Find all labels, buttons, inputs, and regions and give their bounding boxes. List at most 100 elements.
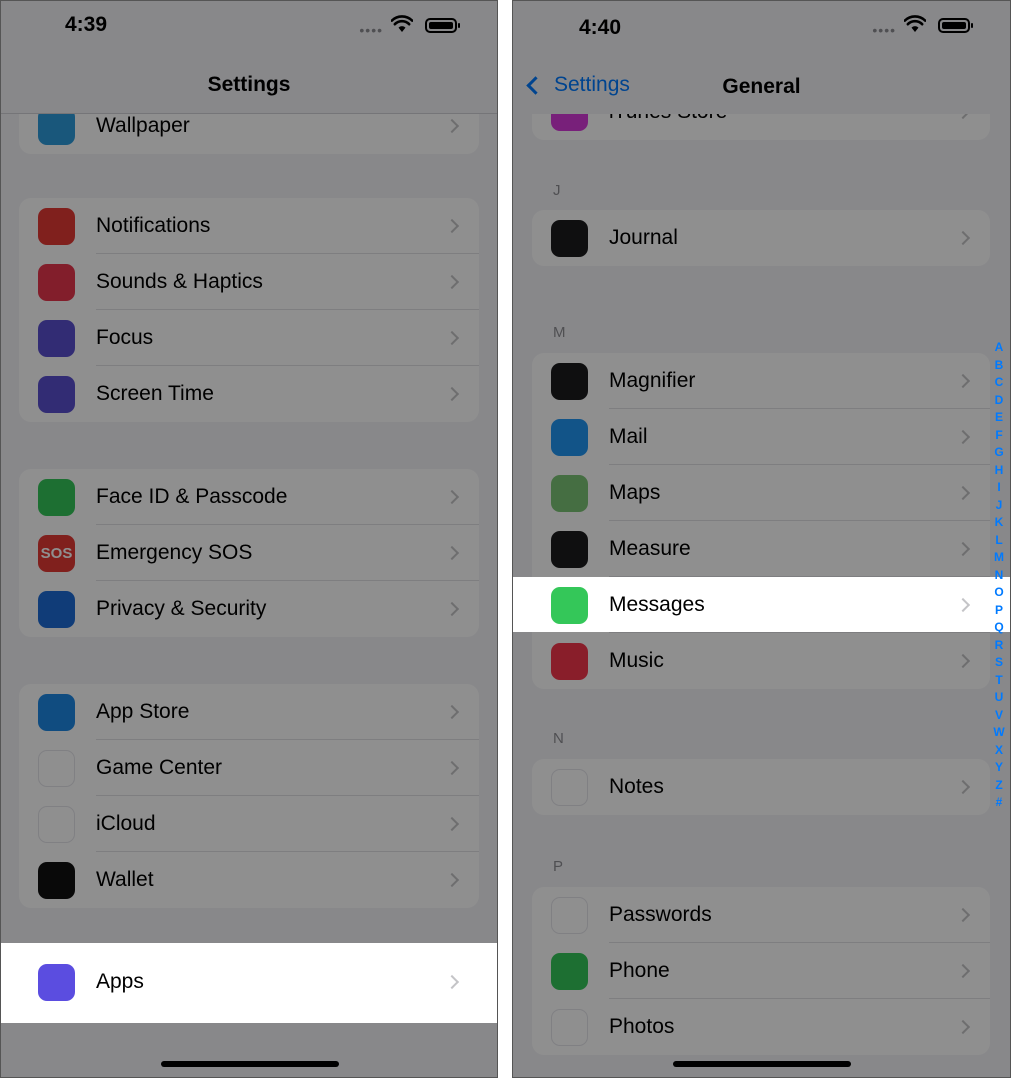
chevron-right-icon — [955, 429, 971, 445]
alphabet-index-bar[interactable]: A B C D E F G H I J K L M N O P Q R S T U V W X Y Z # — [992, 339, 1006, 812]
list-item-notes[interactable]: Notes — [532, 759, 990, 815]
index-letter[interactable]: I — [997, 479, 1000, 497]
chevron-right-icon — [444, 118, 460, 134]
index-letter[interactable]: B — [995, 357, 1004, 375]
settings-group: Notes — [532, 759, 990, 815]
apps-list[interactable]: iTunes Store J Journal M Magnifier Mail Maps Me… — [513, 114, 1010, 1077]
index-letter[interactable]: D — [995, 392, 1004, 410]
index-letter[interactable]: U — [995, 689, 1004, 707]
list-item-music[interactable]: Music — [532, 633, 990, 689]
face-id-icon — [38, 479, 75, 516]
chevron-right-icon — [955, 373, 971, 389]
maps-icon — [551, 475, 588, 512]
row-label: Privacy & Security — [96, 597, 267, 620]
list-item-journal[interactable]: Journal — [532, 210, 990, 266]
status-bar: 4:40 •••• — [513, 1, 1010, 53]
index-letter[interactable]: L — [995, 532, 1002, 550]
icon-glyph: SOS — [40, 545, 73, 562]
list-item-notifications[interactable]: Notifications — [19, 198, 479, 254]
index-letter[interactable]: R — [995, 637, 1004, 655]
row-label: Focus — [96, 326, 154, 349]
index-letter[interactable]: Y — [995, 759, 1003, 777]
right-screen-general: 4:40 •••• Settings General iTunes Store J… — [512, 0, 1011, 1078]
list-item-messages[interactable]: Messages — [532, 577, 990, 633]
list-item-face-id-passcode[interactable]: Face ID & Passcode — [19, 469, 479, 525]
index-letter[interactable]: C — [995, 374, 1004, 392]
moon-icon — [38, 320, 75, 357]
index-letter[interactable]: E — [995, 409, 1003, 427]
row-label: Sounds & Haptics — [96, 270, 263, 293]
list-item-mail[interactable]: Mail — [532, 409, 990, 465]
nav-bar: Settings — [1, 57, 497, 117]
row-label: Apps — [96, 970, 144, 993]
phone-icon — [551, 953, 588, 990]
settings-group: iTunes Store — [532, 114, 990, 140]
battery-icon — [425, 18, 460, 33]
battery-icon — [938, 18, 973, 33]
page-title: Settings — [207, 73, 291, 96]
wifi-icon — [904, 15, 926, 32]
settings-list[interactable]: Wallpaper Notifications Sounds & Haptics Fo… — [1, 114, 497, 1077]
index-letter[interactable]: G — [994, 444, 1003, 462]
index-letter[interactable]: Q — [994, 619, 1003, 637]
list-item-itunes-store[interactable]: iTunes Store — [532, 114, 990, 140]
list-item-phone[interactable]: Phone — [532, 943, 990, 999]
chevron-right-icon — [444, 545, 460, 561]
list-item-wallet[interactable]: Wallet — [19, 852, 479, 908]
cellular-signal-icon: •••• — [872, 22, 896, 38]
index-letter[interactable]: P — [995, 602, 1003, 620]
wallpaper-icon — [38, 114, 75, 145]
row-label: Mail — [609, 425, 648, 448]
index-letter[interactable]: A — [995, 339, 1004, 357]
list-item-apps[interactable]: Apps — [19, 954, 479, 1010]
list-item-maps[interactable]: Maps — [532, 465, 990, 521]
index-letter[interactable]: H — [995, 462, 1004, 480]
music-icon — [551, 643, 588, 680]
chevron-right-icon — [444, 816, 460, 832]
home-indicator[interactable] — [673, 1061, 851, 1067]
settings-group: Magnifier Mail Maps Measure Messages Music — [532, 353, 990, 689]
index-letter[interactable]: M — [994, 549, 1004, 567]
list-item-sounds-haptics[interactable]: Sounds & Haptics — [19, 254, 479, 310]
index-letter[interactable]: N — [995, 567, 1004, 585]
index-letter[interactable]: K — [995, 514, 1004, 532]
page-title: General — [722, 75, 801, 98]
wallet-icon — [38, 862, 75, 899]
index-letter[interactable]: J — [996, 497, 1003, 515]
index-letter[interactable]: X — [995, 742, 1003, 760]
list-item-screen-time[interactable]: Screen Time — [19, 366, 479, 422]
index-letter[interactable]: # — [996, 794, 1003, 812]
home-indicator[interactable] — [161, 1061, 339, 1067]
sos-icon: SOS — [38, 535, 75, 572]
list-item-app-store[interactable]: App Store — [19, 684, 479, 740]
settings-group: Journal — [532, 210, 990, 266]
list-item-measure[interactable]: Measure — [532, 521, 990, 577]
status-time: 4:39 — [65, 13, 108, 36]
row-label: Music — [609, 649, 664, 672]
index-letter[interactable]: S — [995, 654, 1003, 672]
row-label: Passwords — [609, 903, 712, 926]
chevron-right-icon — [955, 230, 971, 246]
row-label: Measure — [609, 537, 691, 560]
list-item-privacy-security[interactable]: Privacy & Security — [19, 581, 479, 637]
list-item-passwords[interactable]: Passwords — [532, 887, 990, 943]
row-label: Messages — [609, 593, 705, 616]
index-letter[interactable]: T — [995, 672, 1002, 690]
index-letter[interactable]: O — [994, 584, 1003, 602]
index-letter[interactable]: F — [995, 427, 1002, 445]
photos-icon — [551, 1009, 588, 1046]
section-header: J — [553, 182, 561, 199]
index-letter[interactable]: Z — [995, 777, 1002, 795]
list-item-focus[interactable]: Focus — [19, 310, 479, 366]
settings-group: Wallpaper — [19, 114, 479, 154]
list-item-emergency-sos[interactable]: SOS Emergency SOS — [19, 525, 479, 581]
index-letter[interactable]: W — [993, 724, 1004, 742]
list-item-game-center[interactable]: Game Center — [19, 740, 479, 796]
list-item-icloud[interactable]: iCloud — [19, 796, 479, 852]
list-item-magnifier[interactable]: Magnifier — [532, 353, 990, 409]
index-letter[interactable]: V — [995, 707, 1003, 725]
list-item-photos[interactable]: Photos — [532, 999, 990, 1055]
wifi-icon — [391, 15, 413, 32]
list-item-wallpaper[interactable]: Wallpaper — [19, 114, 479, 154]
hand-icon — [38, 591, 75, 628]
